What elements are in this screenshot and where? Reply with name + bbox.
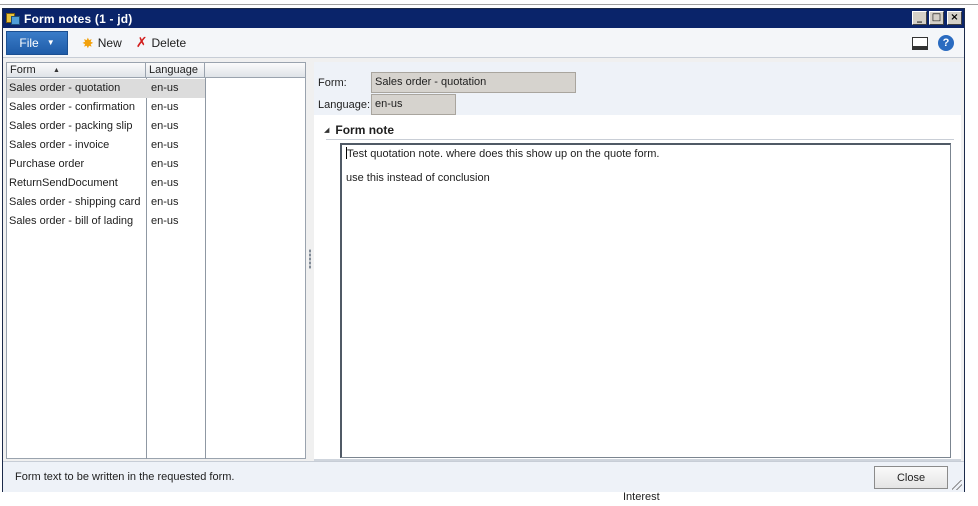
window-controls: _ □ × bbox=[912, 11, 962, 25]
new-label: New bbox=[97, 35, 122, 50]
form-note-section-header[interactable]: ◢ Form note bbox=[324, 123, 394, 137]
maximize-button[interactable]: □ bbox=[929, 11, 944, 25]
title-bar[interactable]: Form notes (1 - jd) _ □ × bbox=[3, 9, 964, 28]
splitter-grip-icon bbox=[309, 249, 311, 269]
cell-form: Sales order - quotation bbox=[9, 82, 121, 94]
delete-x-icon: ✗ bbox=[135, 34, 148, 51]
column-header-language[interactable]: Language bbox=[146, 63, 205, 78]
column-header-form[interactable]: Form ▲ bbox=[7, 63, 146, 78]
form-notes-grid: Form ▲ Language Sales order - quotation … bbox=[6, 62, 306, 459]
delete-button[interactable]: ✗ Delete bbox=[136, 36, 186, 50]
toolbar-right: ? bbox=[912, 35, 954, 51]
cell-language: en-us bbox=[151, 82, 179, 94]
cell-language: en-us bbox=[151, 177, 179, 189]
cell-form: Sales order - bill of lading bbox=[9, 215, 134, 227]
table-row[interactable]: Sales order - quotation en-us bbox=[7, 79, 205, 98]
layout-toggle-icon[interactable] bbox=[912, 36, 928, 50]
content-area: Form ▲ Language Sales order - quotation … bbox=[3, 59, 964, 461]
desktop-edge bbox=[0, 4, 978, 5]
form-field: Sales order - quotation bbox=[371, 72, 576, 93]
close-window-button[interactable]: × bbox=[947, 11, 962, 25]
cell-language: en-us bbox=[151, 196, 179, 208]
help-icon[interactable]: ? bbox=[938, 35, 954, 51]
cell-language: en-us bbox=[151, 120, 179, 132]
app-icon bbox=[6, 12, 21, 26]
chevron-down-icon: ▼ bbox=[46, 38, 55, 47]
form-note-textarea[interactable]: Test quotation note. where does this sho… bbox=[340, 143, 951, 458]
table-row[interactable]: Sales order - confirmation en-us bbox=[7, 98, 205, 117]
cell-form: Sales order - confirmation bbox=[9, 101, 135, 113]
cell-form: Purchase order bbox=[9, 158, 85, 170]
pane-splitter[interactable] bbox=[306, 59, 314, 459]
minimize-button[interactable]: _ bbox=[912, 11, 927, 25]
help-text: Form text to be written in the requested… bbox=[15, 471, 235, 483]
window-title: Form notes (1 - jd) bbox=[24, 11, 133, 26]
section-title: Form note bbox=[335, 123, 395, 137]
cell-form: Sales order - invoice bbox=[9, 139, 110, 151]
table-row[interactable]: Sales order - invoice en-us bbox=[7, 136, 205, 155]
language-field: en-us bbox=[371, 94, 456, 115]
grid-header: Form ▲ Language bbox=[7, 63, 305, 78]
note-line-2: use this instead of conclusion bbox=[346, 172, 490, 184]
resize-grip-icon[interactable] bbox=[952, 480, 962, 490]
cell-form: ReturnSendDocument bbox=[9, 177, 118, 189]
language-field-label: Language: bbox=[318, 99, 370, 111]
table-row[interactable]: ReturnSendDocument en-us bbox=[7, 174, 205, 193]
table-row[interactable]: Purchase order en-us bbox=[7, 155, 205, 174]
sort-ascending-icon: ▲ bbox=[53, 67, 60, 74]
action-pane: File ▼ ✸ New ✗ Delete ? bbox=[3, 28, 964, 58]
header-fields: Form: Sales order - quotation Language: … bbox=[314, 62, 961, 115]
cell-form: Sales order - shipping card bbox=[9, 196, 141, 208]
column-divider bbox=[205, 78, 206, 459]
new-button[interactable]: ✸ New bbox=[82, 36, 122, 50]
background-label: Interest bbox=[623, 491, 660, 503]
cell-form: Sales order - packing slip bbox=[9, 120, 133, 132]
file-menu-button[interactable]: File ▼ bbox=[6, 30, 68, 55]
table-row[interactable]: Sales order - shipping card en-us bbox=[7, 193, 205, 212]
form-field-label: Form: bbox=[318, 77, 347, 89]
cell-language: en-us bbox=[151, 139, 179, 151]
table-row[interactable]: Sales order - bill of lading en-us bbox=[7, 212, 205, 231]
section-divider bbox=[326, 139, 954, 140]
cell-language: en-us bbox=[151, 158, 179, 170]
cell-language: en-us bbox=[151, 101, 179, 113]
table-row[interactable]: Sales order - packing slip en-us bbox=[7, 117, 205, 136]
new-star-icon: ✸ bbox=[82, 34, 94, 51]
collapse-triangle-icon: ◢ bbox=[324, 127, 330, 134]
status-bar: Form text to be written in the requested… bbox=[3, 461, 964, 492]
cell-language: en-us bbox=[151, 215, 179, 227]
detail-pane: Form: Sales order - quotation Language: … bbox=[314, 62, 961, 461]
form-notes-window: Form notes (1 - jd) _ □ × File ▼ ✸ New ✗… bbox=[2, 8, 965, 492]
close-button[interactable]: Close bbox=[874, 466, 948, 489]
delete-label: Delete bbox=[151, 35, 187, 50]
note-line-1: Test quotation note. where does this sho… bbox=[347, 148, 660, 160]
file-label: File bbox=[19, 35, 39, 50]
